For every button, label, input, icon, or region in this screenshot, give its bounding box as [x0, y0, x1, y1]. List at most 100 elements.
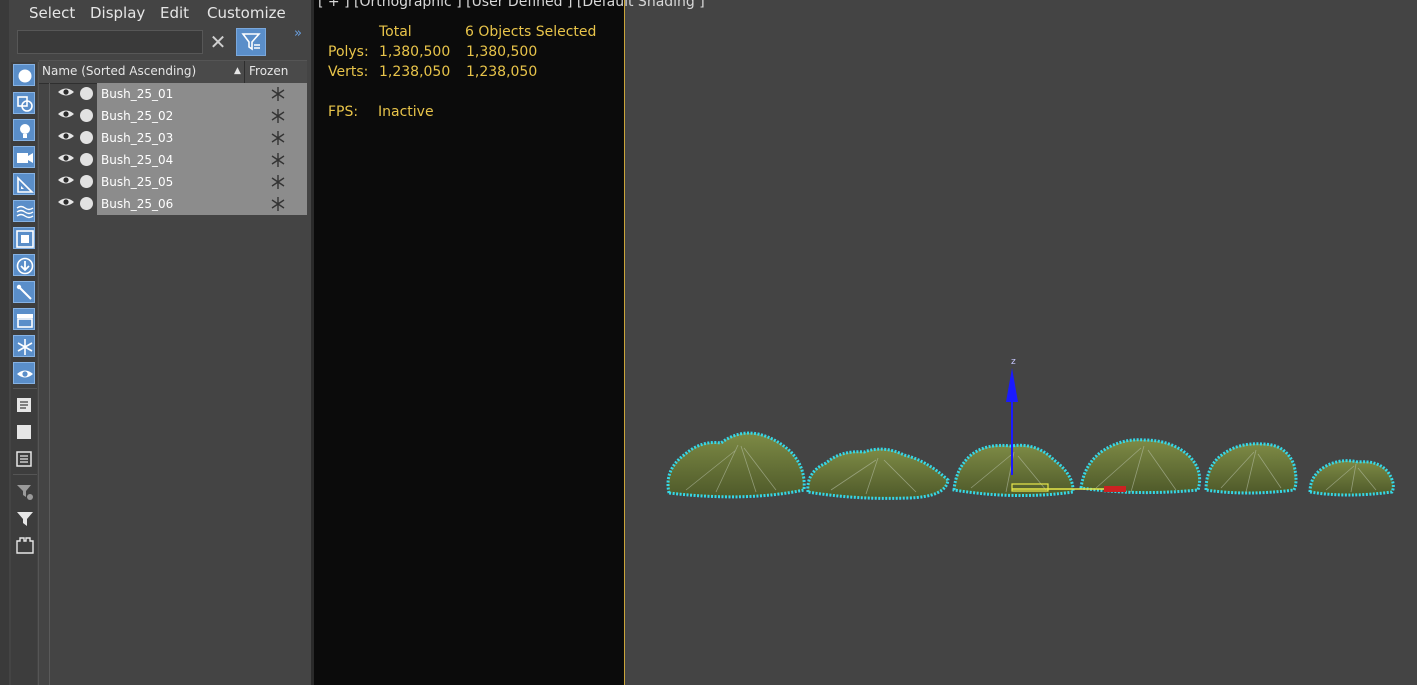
- object-name[interactable]: Bush_25_04: [101, 153, 173, 167]
- groups-icon: [16, 230, 34, 248]
- hidden-filter-button[interactable]: [13, 362, 35, 384]
- helpers-filter-button[interactable]: [13, 173, 35, 195]
- cameras-icon: [17, 153, 33, 163]
- snowflake-icon[interactable]: [270, 196, 286, 212]
- snowflake-icon[interactable]: [270, 174, 286, 190]
- filter-icon: [241, 33, 261, 51]
- menu-bar: Select Display Edit Customize: [9, 0, 311, 26]
- object-name[interactable]: Bush_25_01: [101, 87, 173, 101]
- snowflake-icon[interactable]: [270, 130, 286, 146]
- filter-toggle-button[interactable]: [236, 28, 266, 56]
- bush-mesh-03[interactable]: [952, 443, 1075, 498]
- table-row[interactable]: Bush_25_02: [39, 105, 307, 127]
- eye-icon[interactable]: [57, 108, 75, 120]
- bones-filter-button[interactable]: [13, 281, 35, 303]
- snowflake-icon[interactable]: [270, 108, 286, 124]
- object-name[interactable]: Bush_25_02: [101, 109, 173, 123]
- stats-verts-selected: 1,238,050: [466, 64, 538, 80]
- table-row[interactable]: Bush_25_01: [39, 83, 307, 105]
- render-toggle-icon[interactable]: [80, 131, 93, 144]
- xrefs-filter-button[interactable]: [13, 254, 35, 276]
- column-header-frozen[interactable]: Frozen: [249, 64, 288, 78]
- filter-settings-button[interactable]: [13, 480, 35, 502]
- stats-fps-label: FPS:: [328, 104, 359, 120]
- display-filter-toolbar: [11, 62, 37, 685]
- double-chevron-right-icon[interactable]: »: [294, 26, 302, 41]
- bush-mesh-04[interactable]: [1079, 438, 1202, 495]
- selection-set-button[interactable]: [13, 448, 35, 470]
- eye-icon[interactable]: [57, 86, 75, 98]
- shapes-filter-button[interactable]: [13, 92, 35, 114]
- frozen-filter-button[interactable]: [13, 335, 35, 357]
- blank-icon: [17, 425, 31, 439]
- table-row[interactable]: Bush_25_06: [39, 193, 307, 215]
- groups-filter-button[interactable]: [13, 227, 35, 249]
- stats-polys-total: 1,380,500: [379, 44, 451, 60]
- snowflake-icon[interactable]: [270, 86, 286, 102]
- bones-icon: [16, 284, 32, 300]
- bush-mesh-02[interactable]: [806, 447, 950, 500]
- layer-list-button[interactable]: [13, 394, 35, 416]
- save-filter-button[interactable]: [13, 534, 35, 556]
- eye-icon[interactable]: [57, 152, 75, 164]
- menu-customize[interactable]: Customize: [207, 4, 286, 22]
- snowflake-icon[interactable]: [270, 152, 286, 168]
- search-input[interactable]: [17, 30, 203, 54]
- hidden-filter-icon: [17, 370, 33, 378]
- object-name[interactable]: Bush_25_03: [101, 131, 173, 145]
- toolbar-divider: [13, 388, 37, 389]
- column-header-name[interactable]: Name (Sorted Ascending): [42, 64, 196, 78]
- menu-edit[interactable]: Edit: [160, 4, 189, 22]
- helpers-icon: [17, 176, 34, 193]
- stats-fps-value: Inactive: [378, 104, 434, 120]
- table-row[interactable]: Bush_25_05: [39, 171, 307, 193]
- geometry-filter-button[interactable]: [13, 64, 35, 86]
- viewport-statistics[interactable]: [314, 0, 625, 685]
- bush-mesh-01[interactable]: [666, 431, 806, 499]
- cameras-filter-button[interactable]: [13, 146, 35, 168]
- close-icon[interactable]: ✕: [207, 31, 229, 53]
- space-warps-icon: [16, 205, 34, 219]
- stats-selected-header: 6 Objects Selected: [465, 24, 597, 40]
- sort-ascending-icon[interactable]: ▲: [234, 66, 241, 76]
- menu-select[interactable]: Select: [29, 4, 75, 22]
- xrefs-icon: [16, 257, 34, 275]
- render-toggle-icon[interactable]: [80, 87, 93, 100]
- blank-display-button[interactable]: [13, 421, 35, 443]
- space-warps-filter-button[interactable]: [13, 200, 35, 222]
- object-name[interactable]: Bush_25_05: [101, 175, 173, 189]
- lights-icon: [20, 124, 30, 138]
- object-name[interactable]: Bush_25_06: [101, 197, 173, 211]
- selection-set-icon: [16, 451, 32, 467]
- bush-mesh-06[interactable]: [1308, 459, 1395, 497]
- table-row[interactable]: Bush_25_04: [39, 149, 307, 171]
- render-toggle-icon[interactable]: [80, 109, 93, 122]
- eye-icon[interactable]: [57, 130, 75, 142]
- render-toggle-icon[interactable]: [80, 153, 93, 166]
- gizmo-z-arrow-icon[interactable]: [1006, 368, 1018, 402]
- table-row[interactable]: Bush_25_03: [39, 127, 307, 149]
- filter-settings-icon: [17, 485, 33, 500]
- bush-mesh-05[interactable]: [1204, 442, 1298, 495]
- containers-filter-button[interactable]: [13, 308, 35, 330]
- frozen-filter-icon: [17, 339, 33, 355]
- lights-filter-button[interactable]: [13, 119, 35, 141]
- filter-button[interactable]: [13, 507, 35, 529]
- viewport-orthographic[interactable]: [626, 0, 1417, 685]
- stats-polys-label: Polys:: [328, 44, 369, 60]
- column-divider[interactable]: [244, 61, 245, 83]
- scene-explorer: Select Display Edit Customize ✕ » Name (…: [9, 0, 311, 685]
- gizmo-x-handle[interactable]: [1104, 486, 1126, 492]
- stats-polys-selected: 1,380,500: [466, 44, 538, 60]
- stats-verts-total: 1,238,050: [379, 64, 451, 80]
- layer-list-icon: [17, 398, 31, 412]
- render-toggle-icon[interactable]: [80, 197, 93, 210]
- eye-icon[interactable]: [57, 174, 75, 186]
- render-toggle-icon[interactable]: [80, 175, 93, 188]
- stats-total-header: Total: [379, 24, 412, 40]
- eye-icon[interactable]: [57, 196, 75, 208]
- geometry-icon: [18, 69, 32, 83]
- toolbar-divider: [13, 474, 37, 475]
- menu-display[interactable]: Display: [90, 4, 145, 22]
- filter-icon: [17, 512, 33, 526]
